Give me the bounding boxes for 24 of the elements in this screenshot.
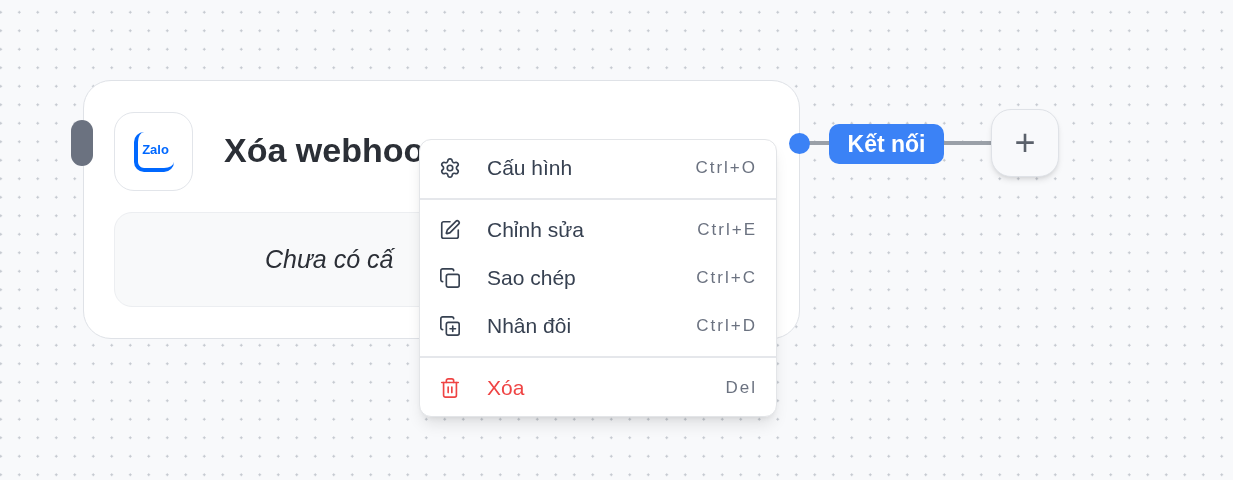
shortcut-label: Ctrl+C (696, 267, 757, 290)
shortcut-label: Ctrl+E (697, 219, 757, 242)
copy-icon (439, 267, 461, 289)
trash-icon (439, 377, 461, 399)
add-node-button[interactable]: + (991, 109, 1059, 177)
menu-item[interactable]: Xóa Del (420, 364, 776, 412)
menu-item-label: Cấu hình (487, 155, 573, 182)
menu-item[interactable]: Nhân đôi Ctrl+D (420, 302, 776, 350)
drag-handle[interactable] (71, 120, 93, 166)
menu-item-label: Sao chép (487, 265, 576, 292)
shortcut-label: Ctrl+O (695, 157, 757, 180)
menu-item-label: Nhân đôi (487, 313, 572, 340)
pencil-square-icon (439, 219, 461, 241)
empty-config-text: Chưa có cấ (265, 244, 394, 275)
copy-plus-icon (439, 315, 461, 337)
menu-item-label: Chỉnh sửa (487, 217, 584, 244)
settings-icon (439, 157, 461, 179)
logo: Zalo (133, 131, 174, 172)
menu-item[interactable]: Chỉnh sửa Ctrl+E (420, 206, 776, 254)
menu-item-label: Xóa (487, 375, 525, 402)
shortcut-label: Ctrl+D (696, 315, 757, 338)
connect-label: Kết nối (829, 124, 944, 164)
menu-item[interactable]: Sao chép Ctrl+C (420, 254, 776, 302)
shortcut-label: Del (725, 377, 757, 400)
